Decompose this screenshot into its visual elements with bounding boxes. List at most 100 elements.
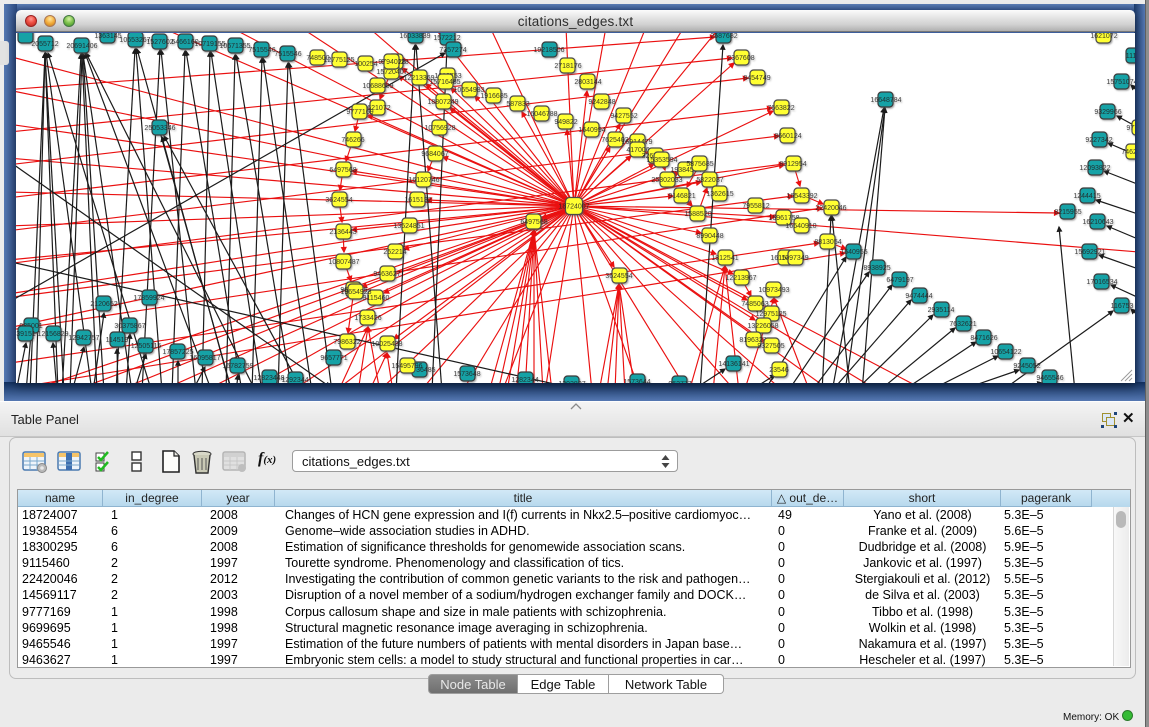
svg-text:9463627: 9463627 xyxy=(373,271,400,278)
svg-text:8215955: 8215955 xyxy=(1054,209,1081,216)
svg-text:15353594: 15353594 xyxy=(646,157,677,164)
svg-text:8454749: 8454749 xyxy=(743,75,770,82)
svg-text:39151: 39151 xyxy=(16,331,36,338)
svg-text:1640994: 1640994 xyxy=(578,127,605,134)
svg-text:116753: 116753 xyxy=(1111,303,1134,310)
svg-text:19654923: 19654923 xyxy=(340,289,371,296)
svg-text:2935114: 2935114 xyxy=(928,307,955,314)
svg-text:18724007: 18724007 xyxy=(558,204,589,211)
svg-text:17859924: 17859924 xyxy=(133,295,164,302)
svg-text:8912954: 8912954 xyxy=(779,161,806,168)
svg-text:10973493: 10973493 xyxy=(758,287,789,294)
svg-text:16033839: 16033839 xyxy=(399,33,430,40)
svg-text:16210643: 16210643 xyxy=(1082,219,1113,226)
svg-text:2367608: 2367608 xyxy=(727,55,754,62)
svg-text:7955812: 7955812 xyxy=(742,203,769,210)
svg-text:9657771: 9657771 xyxy=(320,355,347,362)
svg-text:2803144: 2803144 xyxy=(574,79,601,86)
svg-text:15751074: 15751074 xyxy=(1106,79,1135,86)
svg-text:5875685: 5875685 xyxy=(686,161,713,168)
svg-text:1112: 1112 xyxy=(1126,53,1135,60)
svg-text:9777169: 9777169 xyxy=(346,109,373,116)
svg-text:12775125: 12775125 xyxy=(323,57,354,64)
svg-text:10756928: 10756928 xyxy=(424,125,455,132)
svg-text:8471626: 8471626 xyxy=(970,335,997,342)
svg-text:20691406: 20691406 xyxy=(66,43,97,50)
svg-text:9465546: 9465546 xyxy=(1036,375,1063,382)
svg-text:9327505: 9327505 xyxy=(757,343,784,350)
svg-text:1588520: 1588520 xyxy=(684,211,711,218)
svg-text:9777169: 9777169 xyxy=(1126,125,1135,132)
svg-text:16640910: 16640910 xyxy=(785,223,816,230)
svg-text:6497568: 6497568 xyxy=(329,167,356,174)
svg-text:1244415: 1244415 xyxy=(1073,193,1100,200)
svg-text:18807249: 18807249 xyxy=(427,99,458,106)
svg-text:12505115: 12505115 xyxy=(131,343,162,350)
svg-text:2055712: 2055712 xyxy=(31,41,58,48)
svg-text:16648784: 16648784 xyxy=(870,97,901,104)
svg-text:16543392: 16543392 xyxy=(786,193,817,200)
svg-text:100254: 100254 xyxy=(354,61,377,68)
svg-text:22420046: 22420046 xyxy=(815,205,846,212)
svg-text:15716485: 15716485 xyxy=(429,79,460,86)
svg-text:15495796: 15495796 xyxy=(391,363,422,370)
svg-text:1292344: 1292344 xyxy=(281,377,308,383)
svg-text:10671355: 10671355 xyxy=(219,43,250,50)
svg-text:7515546: 7515546 xyxy=(274,51,301,58)
svg-text:1733426: 1733426 xyxy=(354,315,381,322)
svg-text:12213967: 12213967 xyxy=(725,275,756,282)
svg-text:1812541: 1812541 xyxy=(711,255,738,262)
svg-text:1916685: 1916685 xyxy=(480,93,507,100)
svg-text:13524851: 13524851 xyxy=(393,223,424,230)
svg-text:949822: 949822 xyxy=(554,119,577,126)
svg-text:16095817: 16095817 xyxy=(189,355,220,362)
svg-text:9245052: 9245052 xyxy=(1013,363,1040,370)
svg-text:1362615: 1362615 xyxy=(706,191,733,198)
svg-text:2718176: 2718176 xyxy=(554,63,581,70)
svg-text:1621072: 1621072 xyxy=(1090,33,1117,40)
svg-text:10025438: 10025438 xyxy=(371,341,402,348)
svg-text:6497568: 6497568 xyxy=(520,219,547,226)
svg-text:2687682: 2687682 xyxy=(710,33,737,40)
svg-text:9329966: 9329966 xyxy=(1094,109,1121,116)
svg-text:16120746: 16120746 xyxy=(408,177,439,184)
svg-text:1363145: 1363145 xyxy=(94,33,121,40)
svg-text:962777: 962777 xyxy=(668,381,691,383)
svg-text:12156829: 12156829 xyxy=(37,331,68,338)
svg-text:8990448: 8990448 xyxy=(696,233,723,240)
svg-text:587833: 587833 xyxy=(506,101,529,108)
svg-text:30375867: 30375867 xyxy=(114,323,145,330)
svg-text:9794028: 9794028 xyxy=(378,59,405,66)
svg-text:12975125: 12975125 xyxy=(755,311,786,318)
svg-text:746266: 746266 xyxy=(341,137,364,144)
svg-text:3624554: 3624554 xyxy=(325,197,352,204)
svg-text:8813054: 8813054 xyxy=(814,239,841,246)
svg-text:1640955: 1640955 xyxy=(840,249,867,256)
svg-text:10807487: 10807487 xyxy=(328,259,359,266)
svg-text:8938925: 8938925 xyxy=(863,265,890,272)
svg-text:2120652: 2120652 xyxy=(90,301,117,308)
svg-text:252214: 252214 xyxy=(383,249,406,256)
svg-text:1527602: 1527602 xyxy=(146,39,173,46)
svg-text:9146821: 9146821 xyxy=(668,193,695,200)
svg-text:1572212: 1572212 xyxy=(433,35,460,42)
svg-text:17016534: 17016534 xyxy=(1086,279,1117,286)
svg-text:7663822: 7663822 xyxy=(767,105,794,112)
svg-text:23546: 23546 xyxy=(769,367,789,374)
svg-text:25053346: 25053346 xyxy=(144,125,175,132)
svg-text:1292827: 1292827 xyxy=(558,381,585,383)
svg-text:6479197: 6479197 xyxy=(886,277,913,284)
svg-text:9115460: 9115460 xyxy=(363,295,390,302)
svg-text:12093822: 12093822 xyxy=(1079,165,1110,172)
svg-text:5822037: 5822037 xyxy=(696,177,723,184)
svg-text:12942757: 12942757 xyxy=(68,335,99,342)
svg-text:15692921: 15692921 xyxy=(1074,249,1105,256)
svg-text:2136443: 2136443 xyxy=(329,229,356,236)
svg-text:1573644: 1573644 xyxy=(623,379,650,383)
svg-text:1097349: 1097349 xyxy=(781,255,808,262)
svg-text:16782759: 16782759 xyxy=(222,363,253,370)
svg-text:1573648: 1573648 xyxy=(453,371,480,378)
svg-text:13226058: 13226058 xyxy=(747,323,778,330)
svg-text:9242848: 9242848 xyxy=(588,99,615,106)
svg-text:25302033: 25302033 xyxy=(651,177,682,184)
